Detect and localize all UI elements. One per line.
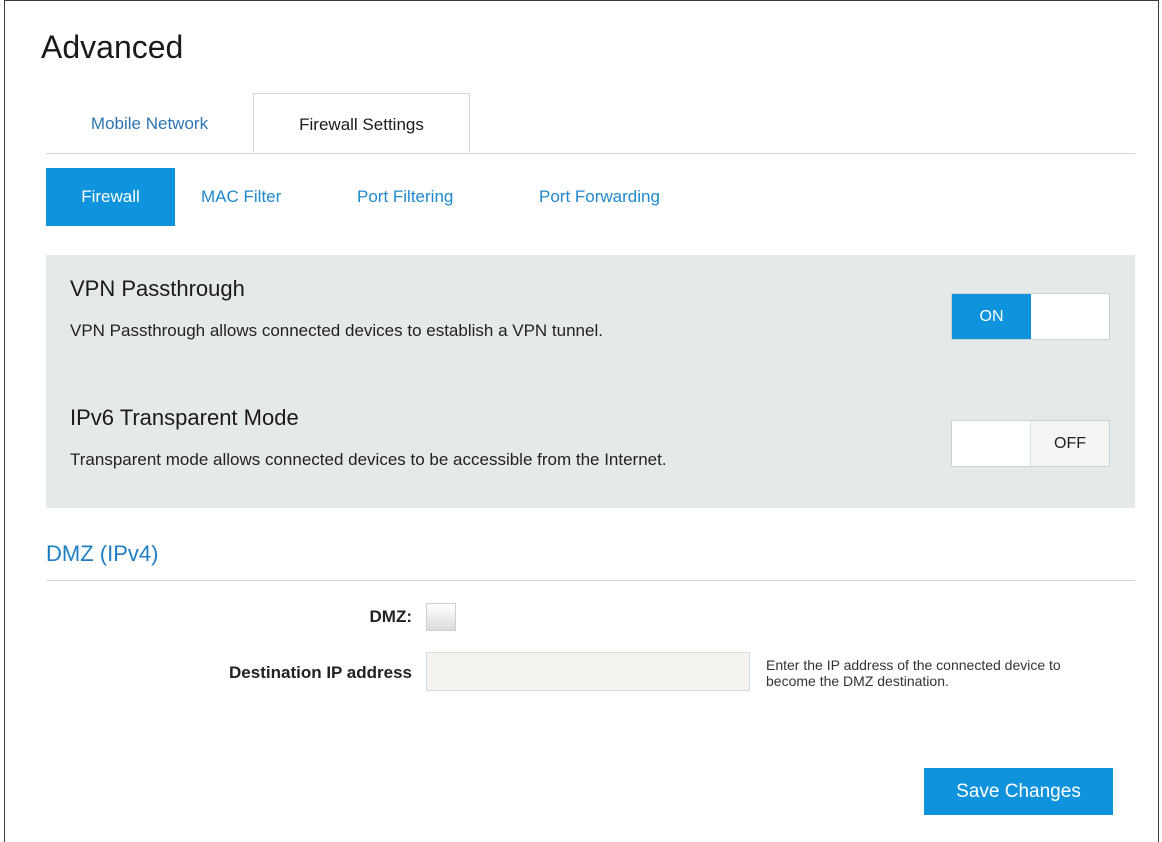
dmz-checkbox[interactable]: [426, 603, 456, 631]
page-title: Advanced: [41, 29, 184, 65]
section-divider: [46, 580, 1135, 581]
subtab-firewall[interactable]: Firewall: [46, 168, 175, 226]
destination-ip-label: Destination IP address: [229, 663, 412, 682]
destination-ip-help: Enter the IP address of the connected de…: [766, 657, 1061, 689]
toggle-off-state: OFF: [1030, 421, 1109, 466]
ipv6-transparent-toggle[interactable]: OFF: [951, 420, 1110, 467]
main-tabs: Mobile Network Firewall Settings: [46, 93, 1135, 154]
subtab-port-forwarding[interactable]: Port Forwarding: [539, 168, 660, 226]
dmz-label: DMZ:: [369, 607, 412, 626]
toggle-on-state: ON: [952, 294, 1031, 339]
vpn-passthrough-description: VPN Passthrough allows connected devices…: [70, 321, 603, 340]
save-changes-button[interactable]: Save Changes: [924, 768, 1113, 815]
tab-firewall-settings[interactable]: Firewall Settings: [253, 93, 470, 153]
subtab-mac-filter[interactable]: MAC Filter: [201, 168, 281, 226]
ipv6-transparent-title: IPv6 Transparent Mode: [70, 405, 299, 430]
destination-ip-input[interactable]: [426, 652, 750, 691]
vpn-passthrough-toggle[interactable]: ON: [951, 293, 1110, 340]
tab-mobile-network[interactable]: Mobile Network: [46, 93, 253, 152]
vpn-passthrough-title: VPN Passthrough: [70, 276, 245, 301]
dmz-section-title: DMZ (IPv4): [46, 541, 159, 566]
ipv6-transparent-description: Transparent mode allows connected device…: [70, 450, 667, 469]
subtab-port-filtering[interactable]: Port Filtering: [357, 168, 453, 226]
firewall-options-panel: VPN Passthrough VPN Passthrough allows c…: [46, 255, 1135, 508]
